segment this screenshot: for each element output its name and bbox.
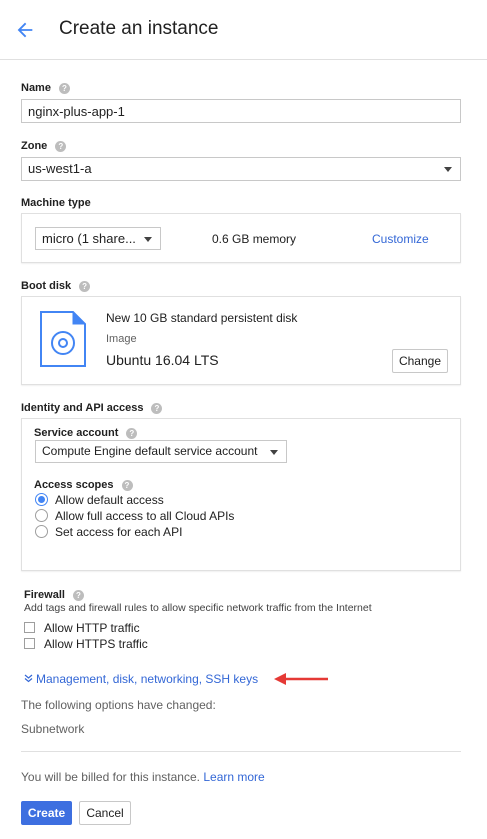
- cancel-button[interactable]: Cancel: [79, 801, 131, 825]
- firewall-description: Add tags and firewall rules to allow spe…: [24, 602, 372, 614]
- red-arrow-icon: [274, 673, 328, 685]
- help-icon[interactable]: ?: [55, 141, 67, 152]
- header: Create an instance: [0, 0, 487, 60]
- https-checkbox[interactable]: [24, 638, 35, 649]
- name-input[interactable]: [21, 99, 461, 123]
- chevron-down-icon: [270, 449, 278, 455]
- https-label: Allow HTTPS traffic: [44, 637, 148, 651]
- help-icon[interactable]: ?: [121, 480, 133, 491]
- page-title: Create an instance: [59, 18, 219, 39]
- name-label: Name?: [21, 82, 70, 94]
- management-link-label: Management, disk, networking, SSH keys: [36, 672, 259, 686]
- radio-each-api[interactable]: [35, 525, 48, 538]
- zone-label: Zone?: [21, 140, 67, 152]
- customize-link[interactable]: Customize: [372, 232, 429, 246]
- radio-allow-default[interactable]: [35, 493, 48, 506]
- billing-note: You will be billed for this instance. Le…: [21, 770, 265, 784]
- help-icon[interactable]: ?: [58, 83, 70, 94]
- access-scopes-label: Access scopes?: [34, 479, 133, 491]
- boot-disk-title: New 10 GB standard persistent disk: [106, 311, 298, 325]
- chevron-down-icon: [144, 236, 152, 242]
- machine-type-card: micro (1 share... 0.6 GB memory Customiz…: [21, 213, 461, 263]
- scope-label: Set access for each API: [55, 525, 183, 539]
- divider: [21, 751, 461, 752]
- scope-label: Allow default access: [55, 493, 164, 507]
- service-account-label: Service account?: [34, 427, 138, 439]
- back-arrow-icon[interactable]: [14, 19, 36, 41]
- chevron-double-down-icon: [24, 674, 33, 683]
- changed-option-item: Subnetwork: [21, 722, 85, 736]
- boot-disk-card: New 10 GB standard persistent disk Image…: [21, 296, 461, 385]
- help-icon[interactable]: ?: [72, 590, 84, 601]
- radio-full-access[interactable]: [35, 509, 48, 522]
- http-checkbox[interactable]: [24, 622, 35, 633]
- machine-type-label: Machine type: [21, 197, 91, 209]
- identity-label: Identity and API access?: [21, 402, 163, 414]
- changed-options-text: The following options have changed:: [21, 698, 216, 712]
- service-account-select[interactable]: Compute Engine default service account: [35, 440, 287, 463]
- learn-more-link[interactable]: Learn more: [203, 770, 264, 784]
- image-label: Image: [106, 333, 137, 345]
- create-button[interactable]: Create: [21, 801, 72, 825]
- service-account-value: Compute Engine default service account: [42, 444, 258, 458]
- firewall-label: Firewall?: [24, 589, 84, 601]
- help-icon[interactable]: ?: [151, 403, 163, 414]
- machine-type-select[interactable]: micro (1 share...: [35, 227, 161, 250]
- machine-type-value: micro (1 share...: [42, 231, 136, 246]
- billing-text: You will be billed for this instance.: [21, 770, 200, 784]
- management-expand-link[interactable]: Management, disk, networking, SSH keys: [24, 672, 258, 686]
- change-button[interactable]: Change: [392, 349, 448, 373]
- help-icon[interactable]: ?: [79, 281, 91, 292]
- chevron-down-icon: [444, 167, 452, 172]
- memory-text: 0.6 GB memory: [212, 232, 297, 246]
- scope-label: Allow full access to all Cloud APIs: [55, 509, 235, 523]
- help-icon[interactable]: ?: [126, 428, 138, 439]
- http-label: Allow HTTP traffic: [44, 621, 140, 635]
- identity-card: Service account? Compute Engine default …: [21, 418, 461, 571]
- zone-select[interactable]: us-west1-a: [21, 157, 461, 181]
- image-value: Ubuntu 16.04 LTS: [106, 352, 219, 368]
- disk-icon: [40, 311, 86, 367]
- zone-value: us-west1-a: [28, 161, 92, 176]
- boot-disk-label: Boot disk?: [21, 280, 91, 292]
